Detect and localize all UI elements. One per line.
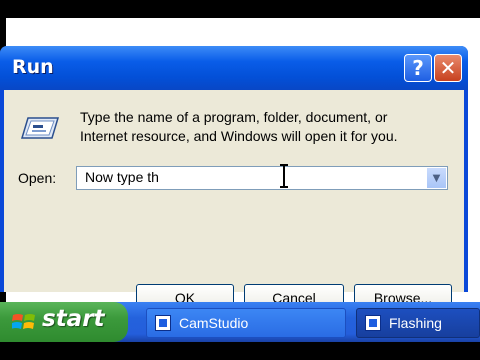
instructions-line-2: Internet resource, and Windows will open… (80, 128, 398, 144)
taskbar-item-label: Flashing (389, 315, 442, 331)
run-dialog: Run ? ✕ Type the name of a program, fold… (0, 46, 468, 311)
text-cursor-icon (280, 164, 288, 188)
taskbar-item-camstudio[interactable]: CamStudio (146, 308, 346, 338)
taskbar: start CamStudio Flashing (0, 302, 480, 342)
instructions-line-1: Type the name of a program, folder, docu… (80, 109, 388, 125)
taskbar-item-label: CamStudio (179, 315, 249, 331)
help-button[interactable]: ? (404, 54, 432, 82)
run-program-icon (20, 117, 60, 139)
start-label: start (42, 306, 105, 332)
close-button[interactable]: ✕ (434, 54, 462, 82)
open-input[interactable]: Now type th (85, 169, 159, 185)
letterbox-top (0, 0, 480, 18)
title-bar[interactable]: Run ? ✕ (0, 46, 468, 90)
instructions-text: Type the name of a program, folder, docu… (80, 108, 398, 146)
open-label: Open: (18, 170, 57, 186)
dialog-body: Type the name of a program, folder, docu… (4, 90, 464, 311)
dialog-title: Run (12, 56, 54, 78)
taskbar-item-flashing[interactable]: Flashing (356, 308, 480, 338)
letterbox-bottom (0, 342, 480, 360)
camstudio-icon (155, 315, 171, 331)
start-button[interactable]: start (0, 302, 128, 342)
open-combobox[interactable]: Now type th ▼ (76, 166, 448, 190)
dropdown-arrow-icon[interactable]: ▼ (426, 168, 446, 188)
flashing-icon (365, 315, 381, 331)
windows-logo-icon (12, 314, 35, 329)
